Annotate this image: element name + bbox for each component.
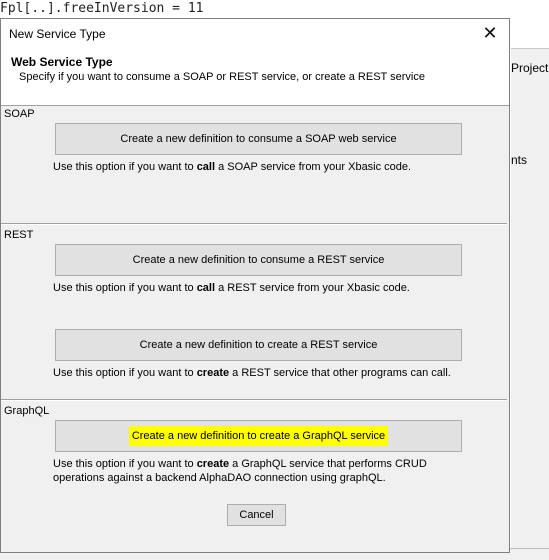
background-partial-label: nts xyxy=(511,153,528,167)
create-graphql-button[interactable]: Create a new definition to create a Grap… xyxy=(55,420,462,452)
background-project-label: Project F xyxy=(511,61,549,75)
section-label-graphql: GraphQL xyxy=(4,405,50,417)
highlighted-graphql-label: Create a new definition to create a Grap… xyxy=(130,428,387,444)
soap-description: Use this option if you want to call a SO… xyxy=(53,161,412,173)
graphql-description: Use this option if you want to create a … xyxy=(53,458,427,484)
new-service-type-dialog: New Service Type ✕ Web Service Type Spec… xyxy=(0,18,510,553)
consume-rest-button[interactable]: Create a new definition to consume a RES… xyxy=(55,244,462,276)
code-editor-line: Fpl[..].freeInVersion = 11 xyxy=(0,1,204,16)
close-icon[interactable]: ✕ xyxy=(479,22,501,44)
rest-consume-description: Use this option if you want to call a RE… xyxy=(53,282,410,294)
section-divider xyxy=(1,399,507,401)
dialog-titlebar: New Service Type ✕ xyxy=(1,19,509,49)
dialog-header: Web Service Type Specify if you want to … xyxy=(1,49,509,106)
create-rest-button[interactable]: Create a new definition to create a REST… xyxy=(55,329,462,361)
header-subtitle: Specify if you want to consume a SOAP or… xyxy=(19,71,425,83)
header-title: Web Service Type xyxy=(11,55,113,69)
dialog-title: New Service Type xyxy=(9,27,106,41)
section-label-soap: SOAP xyxy=(4,108,35,120)
section-divider xyxy=(1,223,507,225)
section-label-rest: REST xyxy=(4,229,34,241)
rest-create-description: Use this option if you want to create a … xyxy=(53,367,451,379)
cancel-button[interactable]: Cancel xyxy=(227,504,286,526)
consume-soap-button[interactable]: Create a new definition to consume a SOA… xyxy=(55,123,462,155)
background-right-panel: Project F nts xyxy=(511,48,549,560)
